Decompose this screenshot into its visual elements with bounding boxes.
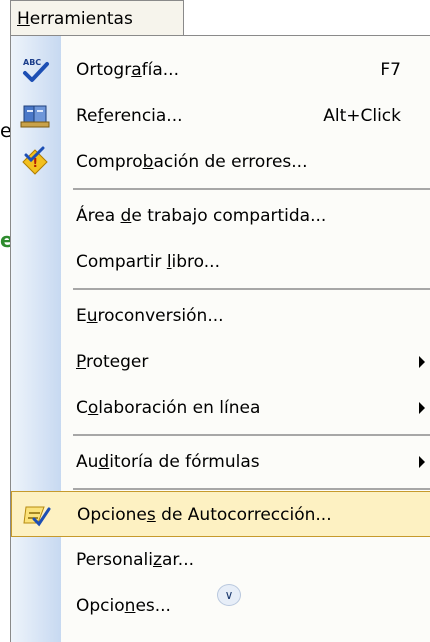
double-chevron-down-icon[interactable]: ∨ bbox=[217, 584, 241, 606]
menu-item-shortcut: Alt+Click bbox=[323, 106, 401, 126]
menu-item-label: Compartir libro... bbox=[76, 252, 220, 272]
menu-item-label: Opciones... bbox=[76, 596, 171, 616]
menu-item-personalizar[interactable]: Personalizar... bbox=[11, 537, 430, 583]
tools-dropdown-menu: ABC Ortografía... F7 Referencia... Alt+C… bbox=[10, 35, 430, 642]
menu-item-label: Área de trabajo compartida... bbox=[76, 206, 327, 226]
menu-item-auditoria-formulas[interactable]: Auditoría de fórmulas bbox=[11, 439, 430, 485]
menu-item-label: Personalizar... bbox=[76, 550, 194, 570]
submenu-arrow-icon bbox=[419, 356, 425, 368]
submenu-arrow-icon bbox=[419, 456, 425, 468]
menu-item-label: Ortografía... bbox=[76, 60, 179, 80]
menu-item-label: Referencia... bbox=[76, 106, 183, 126]
menu-item-label: Auditoría de fórmulas bbox=[76, 452, 260, 472]
svg-text:ABC: ABC bbox=[23, 58, 41, 67]
spelling-abc-icon: ABC bbox=[19, 54, 51, 86]
menu-item-compartir-libro[interactable]: Compartir libro... bbox=[11, 239, 430, 285]
menubar-title-first-letter: H bbox=[17, 9, 30, 29]
error-check-icon: ! bbox=[19, 146, 51, 178]
menu-separator bbox=[73, 488, 430, 490]
menu-herramientas[interactable]: Herramientas bbox=[10, 0, 184, 36]
menu-item-opciones-autocorreccion[interactable]: Opciones de Autocorrección... bbox=[11, 491, 430, 537]
menu-item-label: Comprobación de errores... bbox=[76, 152, 308, 172]
menu-item-euroconversion[interactable]: Euroconversión... bbox=[11, 293, 430, 339]
menu-separator bbox=[73, 188, 430, 190]
menu-item-label: Euroconversión... bbox=[76, 306, 224, 326]
menu-item-shortcut: F7 bbox=[380, 60, 401, 80]
menu-separator bbox=[73, 288, 430, 290]
menubar-title-rest: erramientas bbox=[29, 9, 133, 29]
submenu-arrow-icon bbox=[419, 402, 425, 414]
menu-item-label: Opciones de Autocorrección... bbox=[77, 505, 332, 525]
menu-item-referencia[interactable]: Referencia... Alt+Click bbox=[11, 93, 430, 139]
menu-item-comprobacion-errores[interactable]: ! Comprobación de errores... bbox=[11, 139, 430, 185]
research-book-icon bbox=[19, 100, 51, 132]
autocorrect-icon bbox=[20, 499, 52, 531]
menu-item-label: Colaboración en línea bbox=[76, 398, 261, 418]
menu-item-proteger[interactable]: Proteger bbox=[11, 339, 430, 385]
menu-item-area-trabajo-compartida[interactable]: Área de trabajo compartida... bbox=[11, 193, 430, 239]
menu-item-colaboracion-en-linea[interactable]: Colaboración en línea bbox=[11, 385, 430, 431]
menu-item-label: Proteger bbox=[76, 352, 149, 372]
menu-separator bbox=[73, 434, 430, 436]
menu-item-ortografia[interactable]: ABC Ortografía... F7 bbox=[11, 47, 430, 93]
